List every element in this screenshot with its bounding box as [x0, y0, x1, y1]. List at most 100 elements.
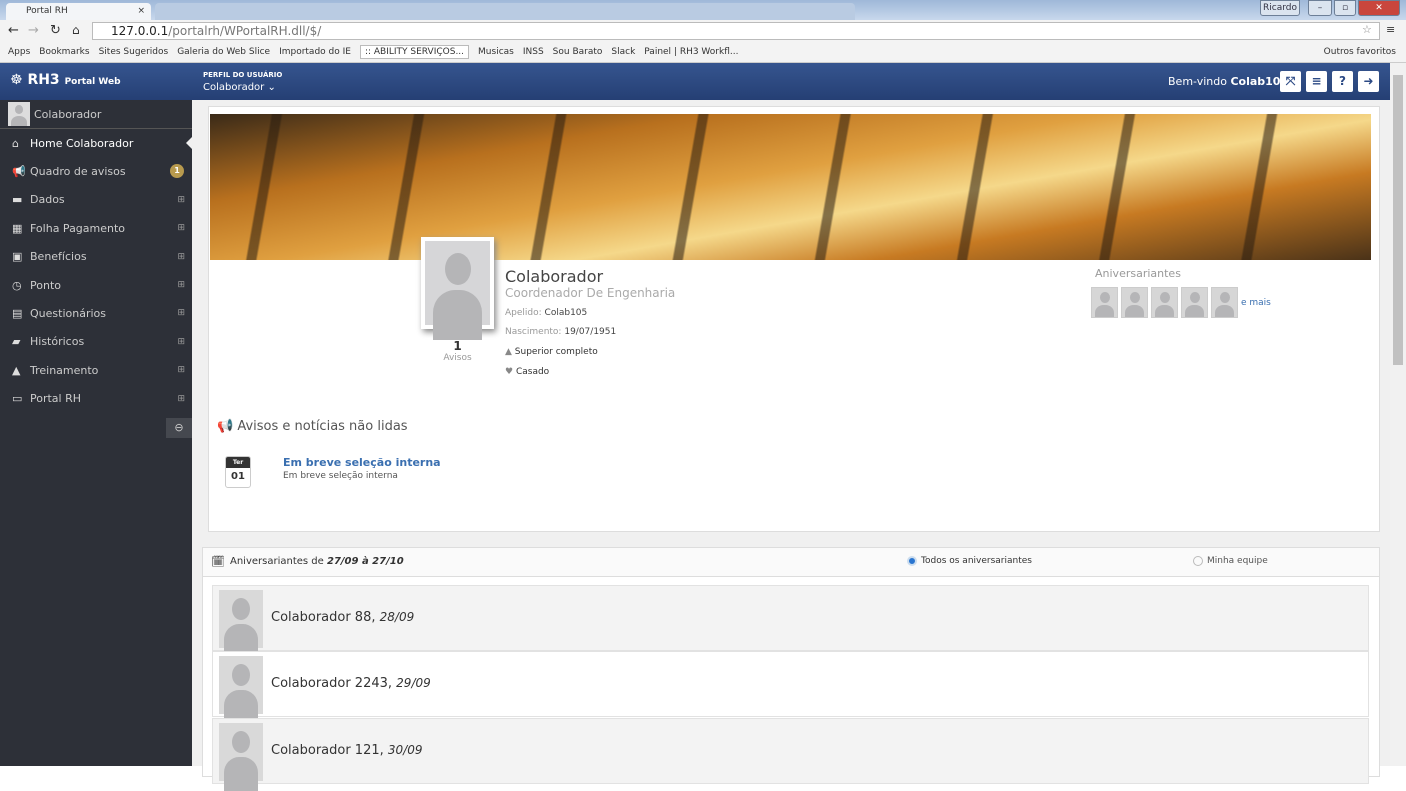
sidebar-item-quadro-de-avisos[interactable]: 📢 Quadro de avisos 1: [0, 157, 192, 185]
collapse-sidebar-button[interactable]: ⊖: [166, 418, 192, 438]
birthdays-mini-title: Aniversariantes: [1095, 267, 1181, 280]
birthday-avatar[interactable]: [1211, 287, 1238, 318]
calendar-icon: ▦: [12, 221, 23, 235]
birthdays-title: Aniversariantes de 27/09 à 27/10: [230, 556, 404, 567]
browser-tabs-inactive[interactable]: [155, 3, 855, 20]
birthday-avatar[interactable]: [1091, 287, 1118, 318]
expand-icon[interactable]: ⊞: [177, 394, 185, 404]
avatar: [219, 590, 263, 659]
logout-button[interactable]: ➜: [1358, 71, 1379, 92]
education: ▲ Superior completo: [505, 347, 598, 357]
browser-tab-strip: Portal RH × Ricardo – ▫ ✕: [0, 0, 1406, 20]
window-controls: Ricardo – ▫ ✕: [1260, 0, 1400, 16]
forward-icon[interactable]: →: [28, 23, 39, 38]
birthday-avatar[interactable]: [1181, 287, 1208, 318]
sidebar-item-folha-pagamento[interactable]: ▦ Folha Pagamento ⊞: [0, 214, 192, 242]
birthday-row[interactable]: Colaborador 2243, 29/09: [212, 651, 1369, 725]
menu-button[interactable]: ≡: [1306, 71, 1327, 92]
url-input[interactable]: 127.0.0.1/portalrh/WPortalRH.dll/$/: [92, 22, 1380, 40]
notice-title-link[interactable]: Em breve seleção interna: [283, 456, 441, 469]
avisos-counter[interactable]: 1 Avisos: [421, 339, 494, 363]
welcome-text: Bem-vindo Colab105: [1168, 75, 1289, 88]
scrollbar-thumb[interactable]: [1393, 75, 1403, 365]
profile-photo[interactable]: [421, 237, 494, 341]
expand-icon[interactable]: ⊞: [177, 195, 185, 205]
bookmark[interactable]: INSS: [523, 47, 544, 57]
app-header: ☸ RH3 Portal Web PERFIL DO USUÁRIO Colab…: [0, 63, 1390, 100]
folder-icon: ▬: [12, 193, 23, 207]
sidebar-item-benef-cios[interactable]: ▣ Benefícios ⊞: [0, 243, 192, 271]
birthday-row[interactable]: Colaborador 88, 28/09: [212, 585, 1369, 659]
notice-subtitle: Em breve seleção interna: [283, 471, 398, 481]
home-icon[interactable]: ⌂: [72, 23, 80, 37]
avatar: [219, 723, 263, 791]
menu-icon[interactable]: ≡: [1386, 23, 1395, 36]
sidebar-item-dados[interactable]: ▬ Dados ⊞: [0, 186, 192, 214]
radio-my-team[interactable]: Minha equipe: [1193, 556, 1268, 566]
close-window-button[interactable]: ✕: [1358, 0, 1400, 16]
gift-icon: ▣: [12, 250, 23, 264]
sidebar-item-label: Home Colaborador: [30, 136, 134, 150]
browser-tab-active[interactable]: Portal RH ×: [6, 3, 151, 20]
sidebar-item-label: Questionários: [30, 306, 106, 320]
graduation-icon: ▲: [12, 363, 21, 377]
bookmark[interactable]: Painel | RH3 Workfl...: [644, 47, 738, 57]
book-icon: ▰: [12, 335, 21, 349]
user-badge[interactable]: Ricardo: [1260, 0, 1300, 16]
bookmark[interactable]: Sites Sugeridos: [99, 47, 169, 57]
profile-dropdown[interactable]: Colaborador ⌄: [203, 82, 276, 93]
expand-icon[interactable]: ⊞: [177, 223, 185, 233]
maximize-button[interactable]: ▫: [1334, 0, 1356, 16]
expand-icon[interactable]: ⊞: [177, 365, 185, 375]
sidebar-item-treinamento[interactable]: ▲ Treinamento ⊞: [0, 356, 192, 384]
sidebar-item-label: Benefícios: [30, 250, 87, 264]
help-button[interactable]: ?: [1332, 71, 1353, 92]
marital-status: ♥ Casado: [505, 367, 550, 377]
sidebar-item-home-colaborador[interactable]: ⌂ Home Colaborador: [0, 129, 192, 157]
sidebar-item-label: Folha Pagamento: [30, 221, 126, 235]
bookmark[interactable]: Importado do IE: [279, 47, 351, 57]
bookmark[interactable]: Slack: [611, 47, 635, 57]
close-tab-icon[interactable]: ×: [137, 6, 145, 16]
file-icon: ▤: [12, 306, 23, 320]
birthday-row[interactable]: Colaborador 121, 30/09: [212, 718, 1369, 791]
sidebar-user[interactable]: Colaborador: [0, 100, 192, 129]
bookmark[interactable]: Sou Barato: [553, 47, 603, 57]
expand-icon[interactable]: ⊞: [177, 308, 185, 318]
back-icon[interactable]: ←: [8, 23, 19, 38]
bookmark[interactable]: Bookmarks: [39, 47, 89, 57]
tab-title: Portal RH: [26, 6, 68, 16]
more-birthdays-link[interactable]: e mais: [1241, 298, 1271, 308]
bookmark[interactable]: Musicas: [478, 47, 514, 57]
reload-icon[interactable]: ↻: [50, 23, 61, 38]
star-icon[interactable]: ☆: [1362, 23, 1372, 36]
megaphone-icon: 📢: [217, 419, 234, 434]
minimize-button[interactable]: –: [1308, 0, 1332, 16]
sidebar-item-portal-rh[interactable]: ▭ Portal RH ⊞: [0, 385, 192, 413]
birthday-avatar[interactable]: [1151, 287, 1178, 318]
bookmarks-bar: Apps Bookmarks Sites Sugeridos Galeria d…: [0, 42, 1406, 63]
sidebar-item-question-rios[interactable]: ▤ Questionários ⊞: [0, 299, 192, 327]
cover-banner-image: [210, 114, 1371, 260]
other-bookmarks[interactable]: Outros favoritos: [1324, 47, 1396, 57]
bookmark[interactable]: :: ABILITY SERVIÇOS...: [359, 45, 470, 59]
fullscreen-button[interactable]: ⤧: [1280, 71, 1301, 92]
notice-date-badge: Ter 01: [225, 456, 251, 488]
profile-role: Coordenador De Engenharia: [505, 286, 676, 300]
expand-icon[interactable]: ⊞: [177, 280, 185, 290]
sidebar-item-ponto[interactable]: ◷ Ponto ⊞: [0, 271, 192, 299]
radio-unselected: [1193, 556, 1203, 566]
sidebar-item-hist-ricos[interactable]: ▰ Históricos ⊞: [0, 328, 192, 356]
profile-card: 1 Avisos Colaborador Coordenador De Engen…: [208, 106, 1380, 532]
birth-date: Nascimento: 19/07/1951: [505, 327, 617, 337]
bookmark[interactable]: Apps: [8, 47, 30, 57]
sidebar-item-label: Ponto: [30, 278, 61, 292]
logo[interactable]: ☸ RH3 Portal Web: [10, 72, 121, 88]
bookmark[interactable]: Galeria do Web Slice: [177, 47, 270, 57]
birthday-avatar[interactable]: [1121, 287, 1148, 318]
nickname: Apelido: Colab105: [505, 308, 588, 318]
scrollbar[interactable]: [1390, 63, 1406, 766]
expand-icon[interactable]: ⊞: [177, 337, 185, 347]
expand-icon[interactable]: ⊞: [177, 252, 185, 262]
radio-all-birthdays[interactable]: Todos os aniversariantes: [907, 556, 1032, 566]
